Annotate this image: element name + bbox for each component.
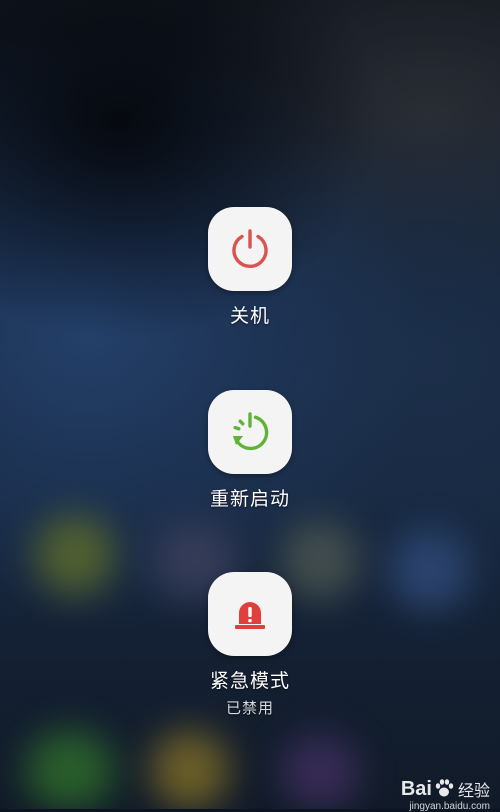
watermark-url: jingyan.baidu.com — [409, 801, 490, 812]
watermark-brand-right: 经验 — [457, 781, 490, 800]
emergency-mode-option: 紧急模式 已禁用 — [0, 572, 500, 718]
restart-option[interactable]: 重新启动 — [0, 390, 500, 511]
paw-icon — [435, 779, 454, 797]
power-off-label: 关机 — [229, 305, 270, 327]
blurred-app-icon — [25, 730, 115, 809]
watermark-brand-left: Bai — [400, 778, 432, 800]
emergency-mode-status: 已禁用 — [225, 699, 274, 717]
restart-button[interactable] — [208, 390, 292, 474]
blurred-app-icon — [150, 730, 230, 809]
restart-label: 重新启动 — [209, 488, 290, 510]
emergency-mode-button — [208, 572, 292, 656]
restart-icon — [233, 412, 269, 451]
emergency-mode-label: 紧急模式 — [209, 670, 290, 692]
baidu-jingyan-watermark: Bai 经验 jingyan.baidu.com — [400, 777, 490, 812]
power-off-option[interactable]: 关机 — [0, 207, 500, 328]
emergency-siren-icon — [235, 602, 265, 629]
power-off-button[interactable] — [208, 207, 292, 291]
power-icon — [232, 229, 268, 269]
blurred-app-icon — [280, 735, 360, 809]
